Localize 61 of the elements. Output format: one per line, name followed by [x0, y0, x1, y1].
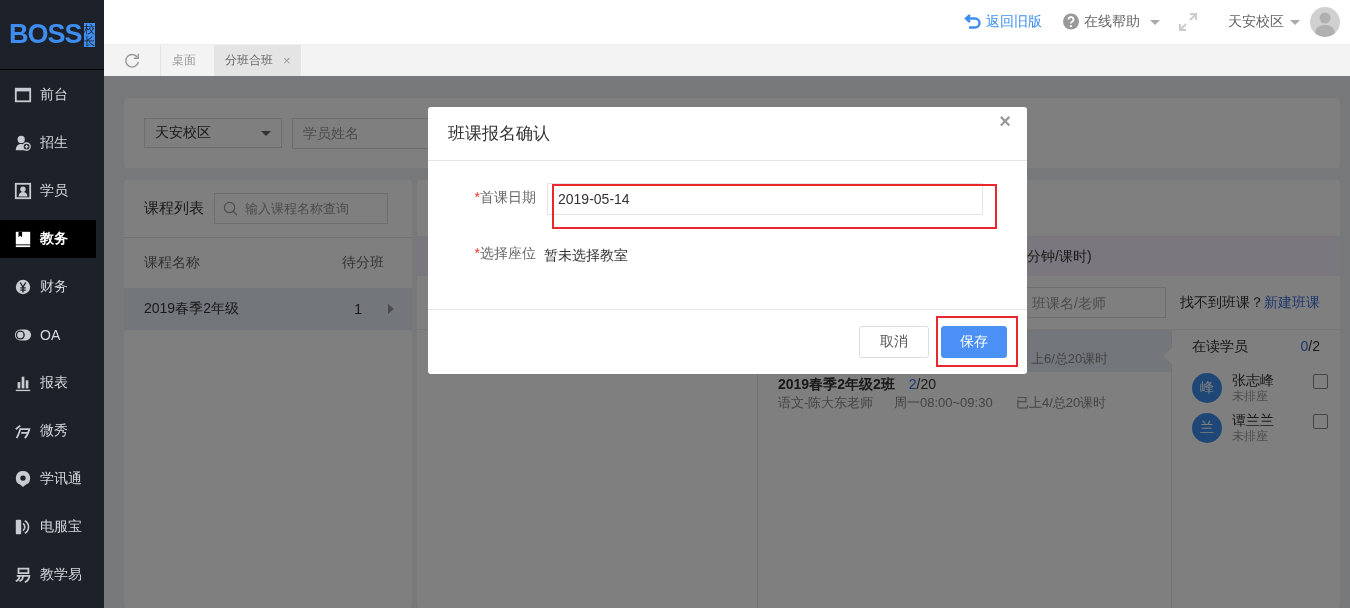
avatar-icon[interactable]	[1310, 7, 1340, 37]
campus-select[interactable]: 天安校区	[144, 118, 282, 148]
sidebar-item[interactable]: 报表	[0, 364, 96, 402]
column-header: 待分班	[342, 254, 384, 272]
panel-title: 课程列表	[144, 199, 204, 218]
caret-icon	[1290, 19, 1300, 25]
sidebar-item[interactable]: 电服宝	[0, 508, 96, 546]
help-menu[interactable]: 在线帮助	[1062, 13, 1160, 31]
chart-icon	[14, 374, 32, 392]
sidebar-item[interactable]: 学员	[0, 172, 96, 210]
course-count: 1	[354, 301, 362, 317]
campus-menu[interactable]: 天安校区	[1228, 13, 1300, 31]
page-tab[interactable]: 分班合班 ×	[214, 45, 301, 76]
yen-icon	[14, 278, 32, 296]
checkbox[interactable]	[1313, 414, 1328, 429]
sidebar-item[interactable]: 教务	[0, 220, 96, 258]
students-title: 在读学员	[1192, 338, 1248, 356]
field-label: *首课日期	[473, 188, 536, 207]
sidebar-item[interactable]: 招生	[0, 124, 96, 162]
user-add-icon	[14, 134, 32, 152]
search-icon	[223, 201, 238, 216]
triangle-icon	[388, 304, 394, 314]
sidebar-item[interactable]: 财务	[0, 268, 96, 306]
phone-icon	[14, 518, 32, 536]
sidebar-item[interactable]: 学讯通	[0, 460, 96, 498]
undo-icon	[964, 13, 982, 31]
hint-text: 找不到班课？	[1180, 293, 1264, 312]
pin-icon	[14, 470, 32, 488]
course-name: 2019春季2年级	[144, 300, 240, 318]
logo-badge: 校长	[83, 22, 95, 47]
field-label: *选择座位	[473, 244, 536, 263]
help-icon	[1062, 13, 1080, 31]
caret-icon	[261, 130, 271, 136]
column-header: 课程名称	[144, 254, 200, 272]
student-avatar: 兰	[1192, 413, 1222, 443]
date-field[interactable]: 2019-05-14	[547, 183, 983, 215]
checkbox[interactable]	[1313, 374, 1328, 389]
info-text: 分钟/课时)	[1027, 247, 1092, 266]
back-link[interactable]: 返回旧版	[964, 13, 1042, 31]
students-count: 0/2	[1300, 338, 1320, 356]
wave-icon	[14, 422, 32, 440]
book-icon	[14, 230, 32, 248]
caret-icon	[1150, 19, 1160, 25]
logo-text: BOSS	[9, 19, 82, 50]
class-name: 2019春季2年级2班	[778, 376, 895, 394]
student-avatar: 峰	[1192, 373, 1222, 403]
field-value: 暂未选择教室	[544, 246, 628, 265]
cancel-button[interactable]: 取消	[859, 326, 929, 358]
steps-icon	[14, 566, 32, 584]
course-row[interactable]: 2019春季2年级 1	[124, 288, 412, 330]
portrait-icon	[14, 182, 32, 200]
refresh-icon[interactable]	[123, 51, 141, 70]
class-capacity: 2/20	[908, 376, 936, 392]
sidebar-item[interactable]: 前台	[0, 76, 96, 114]
student-name: 谭兰兰	[1232, 412, 1275, 428]
sidebar-item[interactable]: 教学易	[0, 556, 96, 594]
calendar-icon	[14, 86, 32, 104]
student-name: 张志峰	[1232, 372, 1275, 388]
fullscreen-icon[interactable]	[1178, 12, 1198, 32]
sidebar-item[interactable]: 微秀	[0, 412, 96, 450]
sidebar-item[interactable]: OA	[0, 316, 96, 354]
